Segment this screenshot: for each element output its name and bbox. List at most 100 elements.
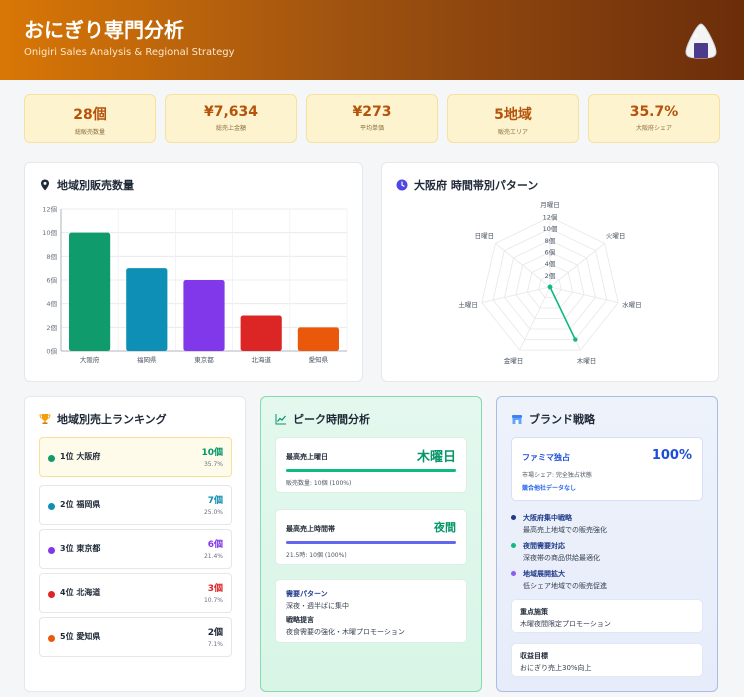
strategy-dot (511, 515, 516, 520)
y-tick-label: 6個 (46, 276, 57, 285)
ranking-dot (48, 503, 55, 510)
page-subtitle: Onigiri Sales Analysis & Regional Strate… (24, 47, 235, 58)
ranking-count: 2個 (207, 628, 223, 638)
y-tick-label: 2個 (46, 323, 57, 332)
radar-point (573, 337, 578, 342)
kpi-label: 総売上金額 (215, 125, 246, 132)
radar-tick-label: 8個 (545, 236, 556, 245)
kpi-total-sales: ¥7,634 総売上金額 (165, 94, 297, 143)
bar (69, 232, 111, 351)
bar (183, 280, 225, 351)
y-tick-label: 0個 (46, 347, 57, 356)
radar-tick-label: 6個 (545, 248, 556, 257)
kpi-value: 5地域 (494, 107, 532, 123)
focus-text: 木曜夜間限定プロモーション (520, 620, 611, 628)
strategy-item-title: 大阪府集中戦略 (523, 514, 572, 522)
kpi-value: 28個 (73, 107, 107, 123)
ranking-title-text: 地域別売上ランキング (57, 413, 167, 426)
kpi-label: 総販売数量 (74, 129, 105, 136)
radar-axis-label: 木曜日 (577, 356, 597, 365)
ranking-dot (48, 635, 55, 642)
radar-spoke (549, 243, 605, 288)
kpi-sales-areas: 5地域 販売エリア (447, 94, 579, 143)
onigiri-icon (685, 23, 717, 59)
radar-tick-label: 2個 (545, 271, 556, 280)
brand-top-box: ファミマ独占 100% 市場シェア: 完全独占状態 競合他社データなし (511, 437, 703, 501)
brand-top-name: ファミマ独占 (522, 453, 570, 462)
radar-tick-label: 12個 (543, 213, 558, 222)
focus-label: 重点施策 (520, 608, 548, 616)
peak-day-value: 木曜日 (416, 450, 456, 465)
ranking-name: 5位 愛知県 (60, 632, 101, 641)
kpi-total-quantity: 28個 総販売数量 (24, 94, 156, 143)
strategy-item-desc: 深夜帯の商品供給最適化 (523, 554, 600, 562)
ranking-name: 1位 大阪府 (60, 452, 101, 461)
ranking-count: 7個 (207, 496, 223, 506)
strategy-item-title: 夜間需要対応 (523, 542, 565, 550)
brand-top-note: 市場シェア: 完全独占状態 (522, 472, 592, 479)
radar-point (547, 284, 553, 290)
bar (297, 327, 339, 351)
peak-pattern-box: 需要パターン 深夜・週半ばに集中 戦略提言 夜食需要の強化・木曜プロモーション (275, 579, 467, 643)
y-tick-label: 12個 (42, 205, 57, 214)
kpi-osaka-share: 35.7% 大阪府シェア (588, 94, 720, 143)
ranking-item[interactable]: 4位 北海道 3個 10.7% (39, 573, 232, 613)
y-tick-label: 10個 (42, 228, 57, 237)
strategy-item-desc: 低シェア地域での販売促進 (523, 582, 607, 590)
x-tick-label: 北海道 (251, 355, 271, 364)
store-icon (512, 415, 522, 424)
ranking-percent: 7.1% (207, 641, 223, 648)
radar-axis-label: 月曜日 (540, 201, 560, 209)
y-tick-label: 8個 (46, 252, 57, 261)
ranking-dot (48, 547, 55, 554)
bar (240, 315, 282, 351)
radar-spoke (549, 286, 619, 303)
page-title: おにぎり専門分析 (24, 18, 184, 42)
ranking-count: 6個 (207, 540, 223, 550)
strategy-item-desc: 最高売上地域での販売強化 (523, 526, 607, 534)
strategy-text: 夜食需要の強化・木曜プロモーション (286, 628, 405, 636)
ranking-item[interactable]: 2位 福岡県 7個 25.0% (39, 485, 232, 525)
brand-goal-box: 収益目標 おにぎり売上30%向上 (511, 643, 703, 677)
strategy-item-title: 地域展開拡大 (523, 570, 565, 578)
trend-icon (275, 414, 286, 425)
peak-time-value: 夜間 (434, 521, 456, 534)
brand-strategy-card: ブランド戦略 ファミマ独占 100% 市場シェア: 完全独占状態 競合他社データ… (496, 396, 718, 692)
ranking-percent: 25.0% (203, 509, 223, 516)
goal-text: おにぎり売上30%向上 (520, 664, 592, 672)
peak-time-box: 最高売上時間帯 夜間 21.5時: 10個 (100%) (275, 509, 467, 565)
ranking-item[interactable]: 5位 愛知県 2個 7.1% (39, 617, 232, 657)
radar-axis-label: 金曜日 (504, 356, 524, 365)
peak-time-note: 21.5時: 10個 (100%) (286, 552, 347, 559)
brand-title-text: ブランド戦略 (529, 413, 595, 426)
kpi-label: 販売エリア (497, 129, 528, 136)
peak-day-box: 最高売上曜日 木曜日 販売数量: 10個 (100%) (275, 437, 467, 493)
radar-spoke (495, 243, 551, 288)
radar-tick-label: 10個 (543, 224, 558, 233)
peak-title: ピーク時間分析 (275, 411, 370, 427)
peak-time-label: 最高売上時間帯 (286, 525, 335, 533)
peak-day-note: 販売数量: 10個 (100%) (286, 480, 352, 487)
ranking-count: 10個 (201, 448, 223, 458)
pattern-text: 深夜・週半ばに集中 (286, 602, 349, 610)
strategy-label: 戦略提言 (286, 616, 314, 624)
region-chart-card: 地域別販売数量 0個 2個 4個 6個 8個 10個 12個 大阪府 福岡県 東京都 北海道 愛知県 (24, 162, 363, 382)
kpi-value: ¥273 (352, 104, 392, 120)
kpi-average-price: ¥273 平均単価 (306, 94, 438, 143)
pattern-label: 需要パターン (286, 590, 328, 598)
radar-spoke (481, 286, 551, 303)
peak-title-text: ピーク時間分析 (293, 413, 370, 426)
radar-chart: 月曜日火曜日水曜日木曜日 金曜日 土曜日 日曜日 2個 4個 6個 8個 10個 12個 (458, 201, 642, 365)
peak-day-label: 最高売上曜日 (286, 453, 328, 461)
radar-tick-label: 4個 (545, 259, 556, 268)
brand-top-link[interactable]: 競合他社データなし (522, 483, 576, 492)
brand-title: ブランド戦略 (511, 411, 595, 427)
kpi-label: 平均単価 (359, 125, 384, 132)
ranking-card: 地域別売上ランキング 1位 大阪府 10個 35.7% 2位 福岡県 7個 25… (24, 396, 246, 692)
ranking-item[interactable]: 3位 東京都 6個 21.4% (39, 529, 232, 569)
peak-time-bar (286, 541, 456, 544)
y-tick-label: 4個 (46, 299, 57, 308)
ranking-item[interactable]: 1位 大阪府 10個 35.7% (39, 437, 232, 477)
radar-axis-label: 火曜日 (606, 232, 626, 240)
radar-axis-label: 水曜日 (622, 300, 642, 309)
